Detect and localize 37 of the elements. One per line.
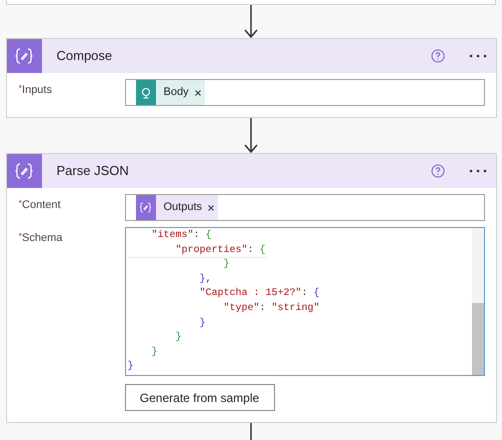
token-label: Outputs <box>164 200 202 216</box>
help-icon[interactable] <box>430 164 444 178</box>
more-icon[interactable] <box>468 169 486 173</box>
code-line: "items": { <box>150 229 212 243</box>
input-field[interactable]: Body <box>124 79 484 106</box>
code-line: } <box>174 331 182 346</box>
help-icon[interactable] <box>430 49 444 63</box>
dynamic-token[interactable]: Body <box>136 80 205 105</box>
connector-arrow <box>244 118 258 153</box>
code-line: }, <box>198 272 212 287</box>
code-line: } <box>150 346 158 360</box>
code-editor[interactable]: "items": { "properties": { } }, "Captcha : 15+2?": { "type": "string" } } } } <box>124 227 484 376</box>
code-line: } <box>198 316 206 331</box>
scrollbar[interactable] <box>472 228 484 375</box>
card-title: Parse JSON <box>56 162 130 180</box>
generate-button[interactable]: Generate from sample <box>124 384 274 411</box>
connector-arrow <box>244 5 258 38</box>
more-icon[interactable] <box>468 54 486 58</box>
close-icon[interactable] <box>194 90 201 96</box>
code-line: "properties": { <box>128 244 266 258</box>
card-title: Compose <box>56 47 114 66</box>
input-field[interactable]: Outputs <box>124 194 484 221</box>
required-mark: * <box>18 82 22 95</box>
field-label: Content <box>22 198 61 213</box>
code-line: "type": "string" <box>222 302 320 316</box>
token-icon <box>136 195 156 220</box>
field-label: Inputs <box>22 83 52 98</box>
code-line: "Captcha : 15+2?": { <box>198 287 320 302</box>
code-line: } <box>222 258 230 272</box>
token-icon <box>136 80 156 105</box>
dynamic-token[interactable]: Outputs <box>136 195 218 220</box>
required-mark: * <box>18 197 22 210</box>
code-line: } <box>128 360 134 374</box>
close-icon[interactable] <box>208 204 214 210</box>
field-label: Schema <box>22 231 62 246</box>
required-mark: * <box>18 230 22 243</box>
token-label: Body <box>164 85 189 100</box>
